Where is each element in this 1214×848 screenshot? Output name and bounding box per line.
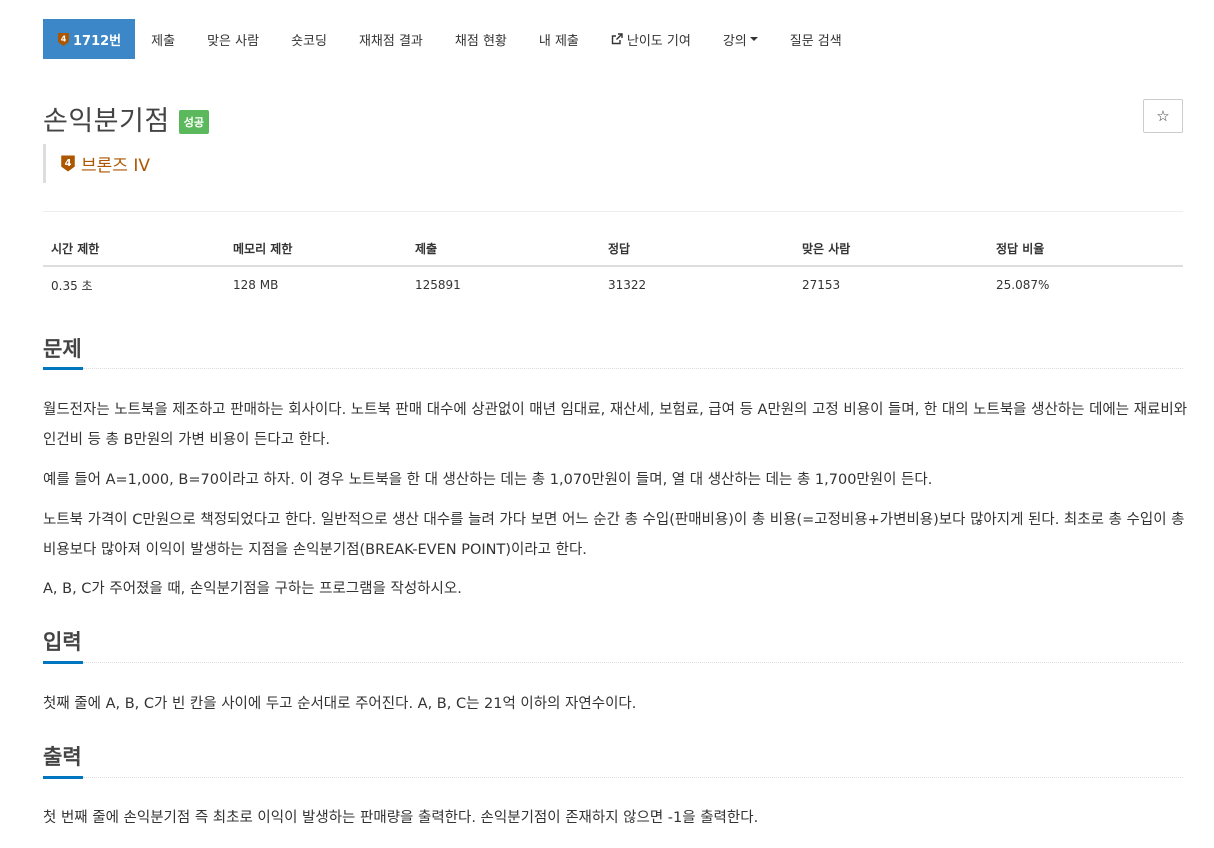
caret-down-icon	[749, 37, 758, 41]
status-badge: 성공	[178, 109, 209, 134]
input-heading: 입력	[43, 630, 82, 654]
nav-problem-number[interactable]: 4 1712번	[43, 19, 136, 59]
output-heading: 출력	[43, 745, 82, 769]
favorite-star-button[interactable]: ☆	[1143, 99, 1183, 133]
header-memory-limit: 메모리 제한	[233, 242, 293, 256]
value-submissions: 125891	[415, 278, 461, 292]
nav-accepted-users[interactable]: 맞은 사람	[191, 19, 275, 59]
output-description: 첫 번째 줄에 손익분기점 즉 최초로 이익이 발생하는 판매량을 출력한다. …	[43, 810, 759, 826]
external-link-icon	[611, 33, 623, 45]
problem-info-table: 시간 제한 메모리 제한 제출 정답 맞은 사람 정답 비율 0.35 초 12…	[43, 232, 1183, 303]
svg-text:4: 4	[65, 158, 72, 169]
input-description: 첫째 줄에 A, B, C가 빈 칸을 사이에 두고 순서대로 주어진다. A,…	[43, 696, 637, 712]
nav-problem-number-label: 1712번	[73, 33, 122, 49]
value-time-limit: 0.35 초	[51, 278, 93, 293]
problem-title-row: 손익분기점 성공	[43, 99, 209, 138]
nav-difficulty-contribution-label: 난이도 기여	[626, 33, 691, 49]
value-accepted: 31322	[608, 278, 647, 292]
page-title: 손익분기점	[43, 106, 170, 137]
problem-paragraph-1: 월드전자는 노트북을 제조하고 판매하는 회사이다. 노트북 판매 대수에 상관…	[43, 402, 1188, 448]
divider	[43, 211, 1183, 212]
value-memory-limit: 128 MB	[233, 278, 279, 292]
nav-difficulty-contribution[interactable]: 난이도 기여	[595, 19, 707, 59]
tier-label[interactable]: 브론즈 IV	[81, 151, 150, 176]
nav-rejudge-results[interactable]: 재채점 결과	[343, 19, 439, 59]
section-underline	[43, 367, 1183, 370]
table-row: 0.35 초 128 MB 125891 31322 27153 25.087%	[43, 267, 1183, 303]
section-underline	[43, 776, 1183, 779]
nav-submit[interactable]: 제출	[135, 19, 191, 59]
bronze-tier-icon: 4	[58, 32, 69, 46]
nav-my-submissions[interactable]: 내 제출	[523, 19, 595, 59]
problem-heading: 문제	[43, 337, 82, 361]
problem-paragraph-4: A, B, C가 주어졌을 때, 손익분기점을 구하는 프로그램을 작성하시오.	[43, 581, 462, 597]
problem-tier: 4 브론즈 IV	[43, 144, 150, 183]
value-accept-ratio: 25.087%	[996, 278, 1050, 292]
problem-paragraph-2: 예를 들어 A=1,000, B=70이라고 하자. 이 경우 노트북을 한 대…	[43, 472, 933, 488]
problem-paragraph-3: 노트북 가격이 C만원으로 책정되었다고 한다. 일반적으로 생산 대수를 늘려…	[43, 512, 1185, 558]
problem-page: 4 1712번 제출 맞은 사람 숏코딩 재채점 결과 채점 현황 내 제출 난…	[0, 0, 1214, 848]
header-solved-users: 맞은 사람	[802, 242, 851, 256]
problem-nav: 4 1712번 제출 맞은 사람 숏코딩 재채점 결과 채점 현황 내 제출 난…	[43, 19, 858, 59]
nav-judge-status[interactable]: 채점 현황	[439, 19, 523, 59]
header-submissions: 제출	[415, 242, 438, 256]
value-solved-users: 27153	[802, 278, 841, 292]
bronze-tier-icon: 4	[61, 155, 75, 172]
header-time-limit: 시간 제한	[51, 242, 100, 256]
nav-lectures-dropdown[interactable]: 강의	[707, 19, 774, 59]
table-header-row: 시간 제한 메모리 제한 제출 정답 맞은 사람 정답 비율	[43, 232, 1183, 267]
header-accepted: 정답	[608, 242, 631, 256]
header-accept-ratio: 정답 비율	[996, 242, 1045, 256]
nav-question-search[interactable]: 질문 검색	[774, 19, 858, 59]
section-underline	[43, 661, 1183, 664]
nav-short-coding[interactable]: 숏코딩	[275, 19, 343, 59]
nav-lectures-label: 강의	[722, 33, 747, 49]
svg-text:4: 4	[61, 34, 67, 43]
star-icon: ☆	[1156, 107, 1170, 125]
